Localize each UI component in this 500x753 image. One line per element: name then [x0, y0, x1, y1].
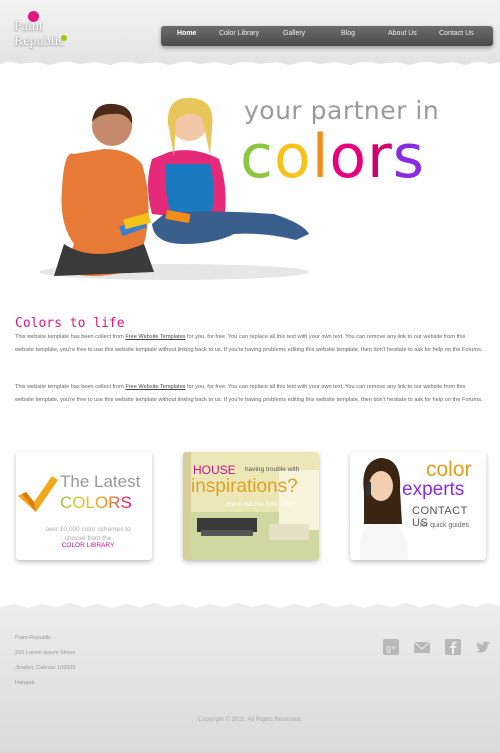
mail-icon[interactable]: [413, 639, 431, 655]
torn-edge-top: [0, 56, 500, 65]
main-nav: Home Color Library Gallery Blog About Us…: [161, 26, 493, 46]
nav-blog[interactable]: Blog: [341, 30, 355, 37]
nav-home[interactable]: Home: [177, 30, 196, 37]
color-library-link[interactable]: COLOR LIBRARY: [36, 542, 140, 549]
hero-letter: o: [329, 122, 368, 192]
hero-letter: s: [392, 122, 426, 192]
body-paragraph-1: This website template has been collect f…: [15, 331, 485, 356]
section-title: Colors to life: [15, 316, 125, 331]
body-paragraph-2: This website template has been collect f…: [15, 381, 485, 406]
torn-edge-bottom: [0, 603, 500, 614]
para-text: This website template has been collect f…: [15, 334, 126, 340]
google-plus-icon[interactable]: g+: [383, 639, 399, 655]
hero-colors-word: colors: [240, 122, 425, 192]
nav-about-us[interactable]: About Us: [388, 30, 417, 37]
free-website-templates-link[interactable]: Free Website Templates: [125, 334, 185, 340]
woman-on-phone-image: [359, 458, 408, 560]
footer-region: Hangab: [15, 680, 35, 686]
promo-color-experts[interactable]: color experts CONTACT US for quick guide…: [350, 452, 486, 560]
promo-guides-text: for quick guides: [420, 522, 470, 529]
hero-letter: c: [240, 122, 274, 192]
promo-house-trouble: having trouble with: [245, 466, 300, 473]
nav-gallery[interactable]: Gallery: [283, 30, 305, 37]
footer-company: Paint Republic: [15, 635, 52, 641]
hero-tagline: your partner in: [244, 96, 440, 125]
logo[interactable]: Paint Republic: [14, 10, 84, 54]
logo-line-1: Paint: [14, 19, 43, 34]
promo-experts-word: experts: [402, 479, 465, 500]
copyright: Copyright © 2011. All Rights Reserved.: [198, 717, 302, 723]
promo-house-word: HOUSE: [193, 463, 236, 477]
footer-address: Paint Republic 250 Lorem Ipsum Street Ji…: [15, 631, 76, 691]
facebook-icon[interactable]: [445, 639, 461, 655]
hero-letter: l: [311, 122, 330, 192]
checkmark-icon: [18, 476, 58, 512]
promo-latest-title: The Latest: [60, 472, 141, 491]
hero-letter: o: [274, 122, 312, 192]
promo-house-inspirations-word: inspirations?: [191, 476, 298, 497]
promo-latest-colors[interactable]: The Latest COLORS over 10,000 color sche…: [16, 452, 152, 560]
para-text: This website template has been collect f…: [15, 384, 126, 390]
promo-latest-colors-word: COLORS: [60, 493, 132, 512]
promo-house-inspirations[interactable]: HOUSE having trouble with inspirations? …: [183, 452, 319, 560]
nav-contact-us[interactable]: Contact Us: [439, 30, 474, 37]
svg-text:g+: g+: [386, 643, 396, 653]
footer-street: 250 Lorem Ipsum Street: [15, 650, 76, 656]
hero-letter: r: [367, 122, 393, 192]
logo-line-2: Republic: [14, 34, 65, 49]
twitter-icon[interactable]: [475, 639, 491, 655]
gallery-link[interactable]: check out the GALLERY: [225, 501, 295, 508]
nav-color-library[interactable]: Color Library: [219, 30, 259, 37]
promo-latest-description: over 10,000 color schemes to choose from…: [45, 526, 131, 542]
free-website-templates-link[interactable]: Free Website Templates: [125, 384, 185, 390]
logo-dot-green: [61, 35, 67, 41]
footer-city: Jinafen, Caknan 109935: [15, 665, 76, 671]
